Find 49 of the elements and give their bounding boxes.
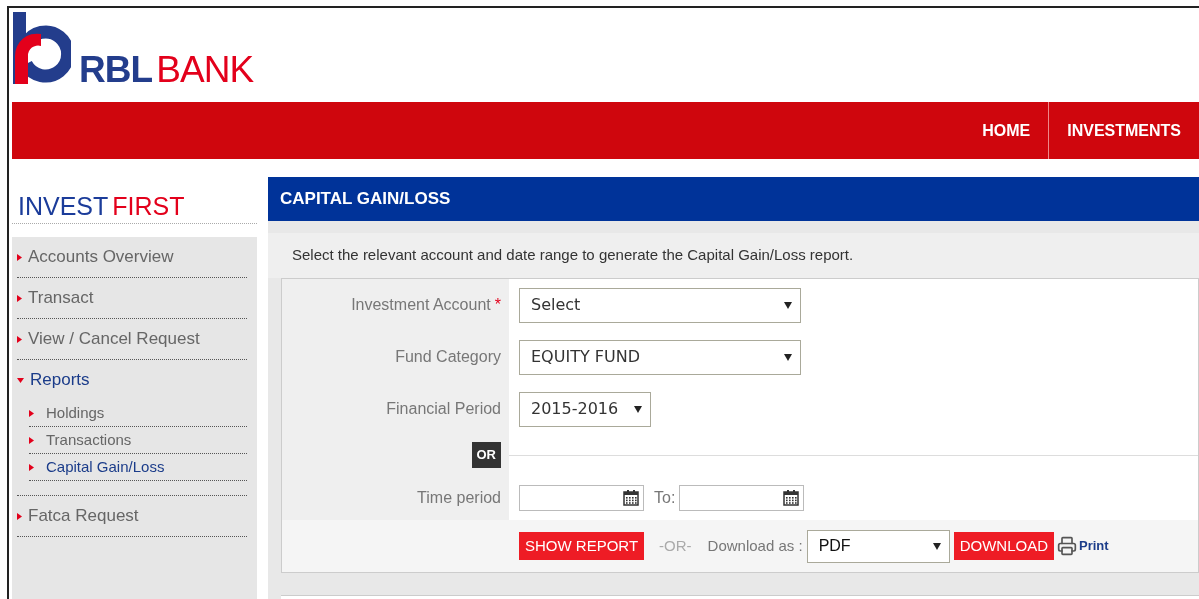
logo-text: RBL xyxy=(79,51,153,88)
caret-right-icon xyxy=(17,335,22,343)
field-label: Investment Account xyxy=(351,295,491,315)
dropdown-field[interactable]: 2015-2016 xyxy=(519,391,651,427)
dropdown-arrow-icon xyxy=(784,301,792,309)
dropdown-field[interactable]: EQUITY FUND xyxy=(519,339,801,375)
to-label: To: xyxy=(654,487,676,508)
calendar-icon xyxy=(623,489,639,506)
show-report-button[interactable]: SHOW REPORT xyxy=(519,532,645,560)
sidebar-subitem[interactable]: Capital Gain/Loss xyxy=(29,454,247,481)
sidebar-title: INVEST FIRST xyxy=(18,192,185,220)
dropdown-field[interactable]: Select xyxy=(519,287,801,323)
logo-text: BANK xyxy=(156,51,254,88)
format-dropdown[interactable]: PDF xyxy=(806,529,950,563)
description-text: Select the relevant account and date range to generate the Capital Gain/Loss report. xyxy=(292,245,854,266)
panel-title: CAPITAL GAIN/LOSS xyxy=(280,188,451,211)
logo-icon xyxy=(13,12,71,87)
download-label: Download as : xyxy=(707,535,803,556)
dropdown-arrow-icon xyxy=(932,542,941,550)
sidebar-item[interactable]: Transact xyxy=(17,278,247,318)
caret-down-icon xyxy=(17,377,24,383)
dropdown-arrow-icon xyxy=(634,405,642,413)
caret-right-icon xyxy=(17,253,22,261)
or-text: -OR- xyxy=(659,535,692,556)
sidebar-subitem[interactable]: Transactions xyxy=(29,427,247,454)
printer-icon xyxy=(1057,536,1077,556)
caret-right-icon xyxy=(17,512,22,520)
date-field[interactable] xyxy=(519,484,644,511)
caret-right-icon xyxy=(29,409,34,417)
field-label: Financial Period xyxy=(386,399,501,419)
nav-link[interactable]: HOME xyxy=(964,102,1049,159)
sidebar-subitem[interactable]: Holdings xyxy=(29,400,247,427)
field-label: Fund Category xyxy=(395,347,501,367)
print-link[interactable]: Print xyxy=(1079,536,1109,556)
caret-right-icon xyxy=(29,463,34,471)
date-field[interactable] xyxy=(679,484,805,511)
field-label: Time period xyxy=(417,487,501,508)
caret-right-icon xyxy=(17,294,22,302)
nav-link[interactable]: INVESTMENTS xyxy=(1048,102,1199,159)
sidebar-item[interactable]: Accounts Overview xyxy=(17,237,247,277)
sidebar-item[interactable]: Fatca Request xyxy=(17,496,247,536)
download-button[interactable]: DOWNLOAD xyxy=(953,532,1054,560)
calendar-icon xyxy=(783,489,800,506)
dropdown-arrow-icon xyxy=(784,353,792,361)
required-mark: * xyxy=(494,295,501,315)
or-badge: OR xyxy=(471,442,501,468)
sidebar-item[interactable]: Reports xyxy=(17,360,247,400)
sidebar-item[interactable]: View / Cancel Request xyxy=(17,319,247,359)
caret-right-icon xyxy=(29,436,34,444)
